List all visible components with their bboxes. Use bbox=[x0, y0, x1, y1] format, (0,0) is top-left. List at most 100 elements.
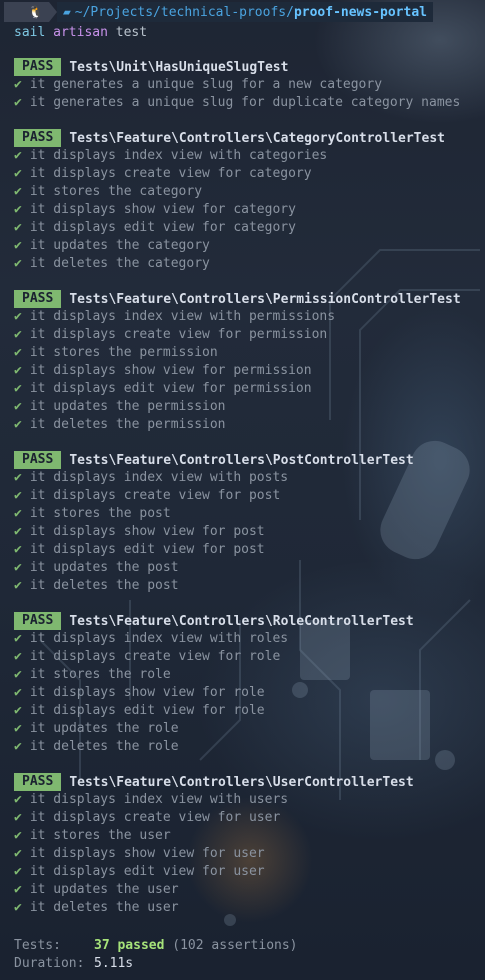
check-icon: ✔ bbox=[14, 470, 22, 485]
test-case-label: it deletes the permission bbox=[29, 417, 226, 432]
check-icon: ✔ bbox=[14, 166, 22, 181]
test-case-row: ✔ it stores the post bbox=[14, 505, 485, 523]
summary-passed-count: 37 passed bbox=[94, 938, 165, 953]
test-case-row: ✔ it updates the category bbox=[14, 237, 485, 255]
test-case-label: it generates a unique slug for a new cat… bbox=[29, 77, 383, 92]
test-case-row: ✔ it updates the permission bbox=[14, 398, 485, 416]
check-icon: ✔ bbox=[14, 95, 22, 110]
test-case-label: it updates the user bbox=[29, 882, 179, 897]
test-case-label: it displays index view with users bbox=[29, 792, 289, 807]
test-case-row: ✔ it updates the post bbox=[14, 559, 485, 577]
summary-duration-value: 5.11s bbox=[94, 956, 134, 971]
penguin-icon: 🐧 bbox=[28, 5, 43, 19]
command-arg: test bbox=[115, 25, 148, 40]
test-case-label: it stores the role bbox=[29, 667, 171, 682]
test-suite-header: PASS Tests\Unit\HasUniqueSlugTest bbox=[14, 58, 485, 76]
prompt-separator-icon bbox=[48, 2, 57, 22]
test-suite-group: PASS Tests\Feature\Controllers\Permission… bbox=[14, 290, 485, 434]
pass-badge: PASS bbox=[14, 58, 62, 76]
test-case-row: ✔ it stores the category bbox=[14, 183, 485, 201]
command-line: sail artisan test bbox=[14, 24, 485, 42]
test-case-row: ✔ it displays show view for permission bbox=[14, 362, 485, 380]
test-case-row: ✔ it displays show view for role bbox=[14, 684, 485, 702]
check-icon: ✔ bbox=[14, 810, 22, 825]
check-icon: ✔ bbox=[14, 900, 22, 915]
test-case-label: it updates the category bbox=[29, 238, 210, 253]
check-icon: ✔ bbox=[14, 560, 22, 575]
check-icon: ✔ bbox=[14, 345, 22, 360]
test-case-label: it displays create view for category bbox=[29, 166, 312, 181]
test-case-row: ✔ it displays create view for category bbox=[14, 165, 485, 183]
shell-prompt: ╭ 🐧 ▰ ~/Projects/technical-proofs/ proof… bbox=[0, 0, 485, 24]
check-icon: ✔ bbox=[14, 184, 22, 199]
test-results: PASS Tests\Unit\HasUniqueSlugTest ✔ it gene… bbox=[14, 58, 485, 917]
test-suite-name: Tests\Feature\Controllers\CategoryContro… bbox=[69, 130, 445, 146]
test-case-label: it displays create view for user bbox=[29, 810, 281, 825]
command-artisan: artisan bbox=[53, 25, 108, 40]
test-case-row: ✔ it displays edit view for user bbox=[14, 863, 485, 881]
test-case-label: it displays create view for role bbox=[29, 649, 281, 664]
check-icon: ✔ bbox=[14, 792, 22, 807]
test-suite-name: Tests\Unit\HasUniqueSlugTest bbox=[69, 59, 289, 75]
pass-badge: PASS bbox=[14, 773, 62, 791]
repo-name: proof-news-portal bbox=[293, 4, 427, 20]
check-icon: ✔ bbox=[14, 506, 22, 521]
test-case-row: ✔ it displays index view with permissions bbox=[14, 308, 485, 326]
test-case-row: ✔ it stores the role bbox=[14, 666, 485, 684]
summary-duration-label: Duration: bbox=[14, 956, 85, 971]
test-case-label: it displays index view with roles bbox=[29, 631, 289, 646]
test-summary: Tests: 37 passed (102 assertions) Duratio… bbox=[14, 937, 485, 973]
check-icon: ✔ bbox=[14, 220, 22, 235]
directory-path: ~/Projects/technical-proofs/ bbox=[74, 4, 294, 20]
test-case-row: ✔ it displays index view with posts bbox=[14, 469, 485, 487]
test-case-row: ✔ it displays create view for permission bbox=[14, 326, 485, 344]
test-suite-name: Tests\Feature\Controllers\UserController… bbox=[69, 774, 414, 790]
check-icon: ✔ bbox=[14, 399, 22, 414]
test-case-label: it displays edit view for post bbox=[29, 542, 265, 557]
test-case-label: it displays index view with posts bbox=[29, 470, 289, 485]
test-case-label: it updates the role bbox=[29, 721, 179, 736]
test-case-row: ✔ it displays create view for post bbox=[14, 487, 485, 505]
test-case-label: it generates a unique slug for duplicate… bbox=[29, 95, 461, 110]
check-icon: ✔ bbox=[14, 578, 22, 593]
test-case-row: ✔ it displays show view for user bbox=[14, 845, 485, 863]
check-icon: ✔ bbox=[14, 381, 22, 396]
check-icon: ✔ bbox=[14, 846, 22, 861]
test-case-label: it stores the user bbox=[29, 828, 171, 843]
test-case-row: ✔ it displays create view for role bbox=[14, 648, 485, 666]
check-icon: ✔ bbox=[14, 488, 22, 503]
test-case-row: ✔ it displays index view with categories bbox=[14, 147, 485, 165]
prompt-directory-segment: ▰ ~/Projects/technical-proofs/ proof-new… bbox=[56, 2, 433, 22]
test-case-row: ✔ it deletes the category bbox=[14, 255, 485, 273]
test-case-row: ✔ it deletes the role bbox=[14, 738, 485, 756]
test-case-label: it displays show view for category bbox=[29, 202, 296, 217]
check-icon: ✔ bbox=[14, 417, 22, 432]
test-case-row: ✔ it generates a unique slug for duplicat… bbox=[14, 94, 485, 112]
check-icon: ✔ bbox=[14, 667, 22, 682]
check-icon: ✔ bbox=[14, 864, 22, 879]
test-case-row: ✔ it displays edit view for permission bbox=[14, 380, 485, 398]
test-case-label: it updates the post bbox=[29, 560, 179, 575]
check-icon: ✔ bbox=[14, 238, 22, 253]
test-case-label: it displays show view for role bbox=[29, 685, 265, 700]
check-icon: ✔ bbox=[14, 309, 22, 324]
test-suite-group: PASS Tests\Feature\Controllers\PostContro… bbox=[14, 451, 485, 595]
summary-tests-label: Tests: bbox=[14, 938, 61, 953]
test-suite-name: Tests\Feature\Controllers\PermissionCont… bbox=[69, 291, 461, 307]
check-icon: ✔ bbox=[14, 202, 22, 217]
test-case-row: ✔ it displays show view for category bbox=[14, 201, 485, 219]
test-suite-name: Tests\Feature\Controllers\RoleController… bbox=[69, 613, 414, 629]
check-icon: ✔ bbox=[14, 739, 22, 754]
test-case-label: it updates the permission bbox=[29, 399, 226, 414]
check-icon: ✔ bbox=[14, 631, 22, 646]
check-icon: ✔ bbox=[14, 148, 22, 163]
terminal-output: ╭ 🐧 ▰ ~/Projects/technical-proofs/ proof… bbox=[0, 0, 485, 973]
test-case-row: ✔ it stores the user bbox=[14, 827, 485, 845]
test-case-row: ✔ it deletes the post bbox=[14, 577, 485, 595]
check-icon: ✔ bbox=[14, 327, 22, 342]
test-case-label: it displays edit view for permission bbox=[29, 381, 312, 396]
check-icon: ✔ bbox=[14, 828, 22, 843]
prompt-os-segment: 🐧 bbox=[4, 2, 49, 22]
test-case-label: it stores the category bbox=[29, 184, 203, 199]
pass-badge: PASS bbox=[14, 612, 62, 630]
